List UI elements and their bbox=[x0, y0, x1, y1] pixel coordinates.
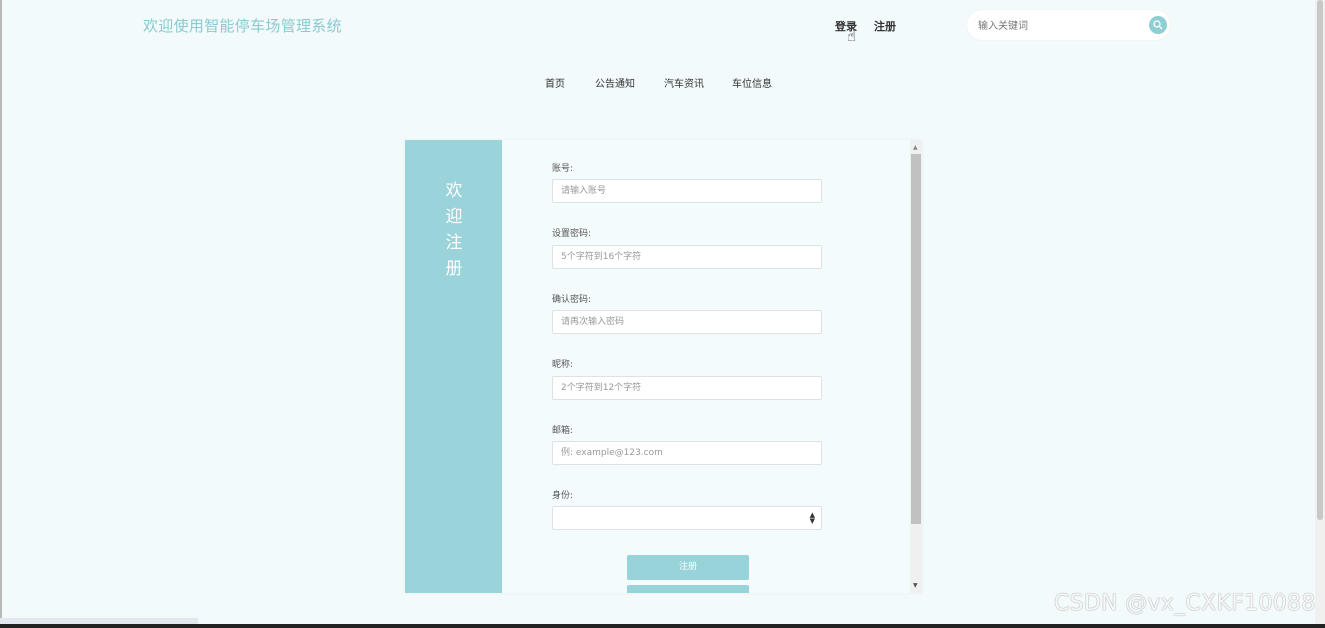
nav-car-news[interactable]: 汽车资讯 bbox=[664, 75, 704, 90]
nickname-label: 昵称: bbox=[552, 360, 574, 370]
register-link[interactable]: 注册 bbox=[874, 18, 896, 34]
banner-text: 欢迎注册 bbox=[445, 181, 463, 279]
welcome-banner: 欢迎注册 bbox=[405, 140, 502, 593]
search-button[interactable] bbox=[1149, 16, 1167, 34]
search-input[interactable] bbox=[976, 16, 1140, 36]
account-label: 账号: bbox=[552, 164, 574, 174]
select-arrows-icon: ▲ ▼ bbox=[809, 511, 815, 525]
form-scrollbar[interactable]: ▲ ▼ bbox=[910, 140, 922, 593]
password-input[interactable] bbox=[552, 245, 822, 269]
confirm-password-label: 确认密码: bbox=[552, 295, 592, 305]
search-icon bbox=[1153, 20, 1163, 30]
site-title: 欢迎使用智能停车场管理系统 bbox=[143, 17, 342, 35]
hand-cursor-icon: ☝ bbox=[847, 27, 857, 45]
nav-home[interactable]: 首页 bbox=[545, 75, 565, 90]
email-label: 邮箱: bbox=[552, 426, 574, 436]
secondary-button[interactable] bbox=[627, 585, 749, 593]
scroll-down-icon[interactable]: ▼ bbox=[913, 582, 918, 589]
nickname-input[interactable] bbox=[552, 376, 822, 400]
nav-parking-spaces[interactable]: 车位信息 bbox=[732, 75, 772, 90]
account-input[interactable] bbox=[552, 179, 822, 203]
page-scrollbar[interactable] bbox=[1315, 0, 1325, 628]
page-scrollbar-thumb[interactable] bbox=[1317, 0, 1323, 520]
window-edge bbox=[0, 0, 2, 628]
search-box bbox=[967, 10, 1170, 40]
nav-notices[interactable]: 公告通知 bbox=[595, 75, 635, 90]
password-label: 设置密码: bbox=[552, 229, 592, 239]
confirm-password-input[interactable] bbox=[552, 310, 822, 334]
form-scrollbar-thumb[interactable] bbox=[911, 154, 921, 524]
role-label: 身份: bbox=[552, 491, 574, 501]
scroll-up-icon[interactable]: ▲ bbox=[913, 144, 918, 151]
watermark: CSDN @vx_CXKF10088 bbox=[1054, 591, 1316, 616]
email-input[interactable] bbox=[552, 441, 822, 465]
role-select[interactable]: ▲ ▼ bbox=[552, 506, 822, 530]
register-submit-button[interactable]: 注册 bbox=[627, 555, 749, 580]
bottom-edge bbox=[0, 624, 1325, 628]
page: 欢迎使用智能停车场管理系统 登录 注册 ☝ 首页 公告通知 汽车资讯 车位信息 … bbox=[0, 0, 1325, 628]
register-panel: 欢迎注册 账号: 设置密码: 确认密码: 昵称: 邮箱: 身份: ▲▼ 注册 ▲… bbox=[405, 140, 922, 593]
